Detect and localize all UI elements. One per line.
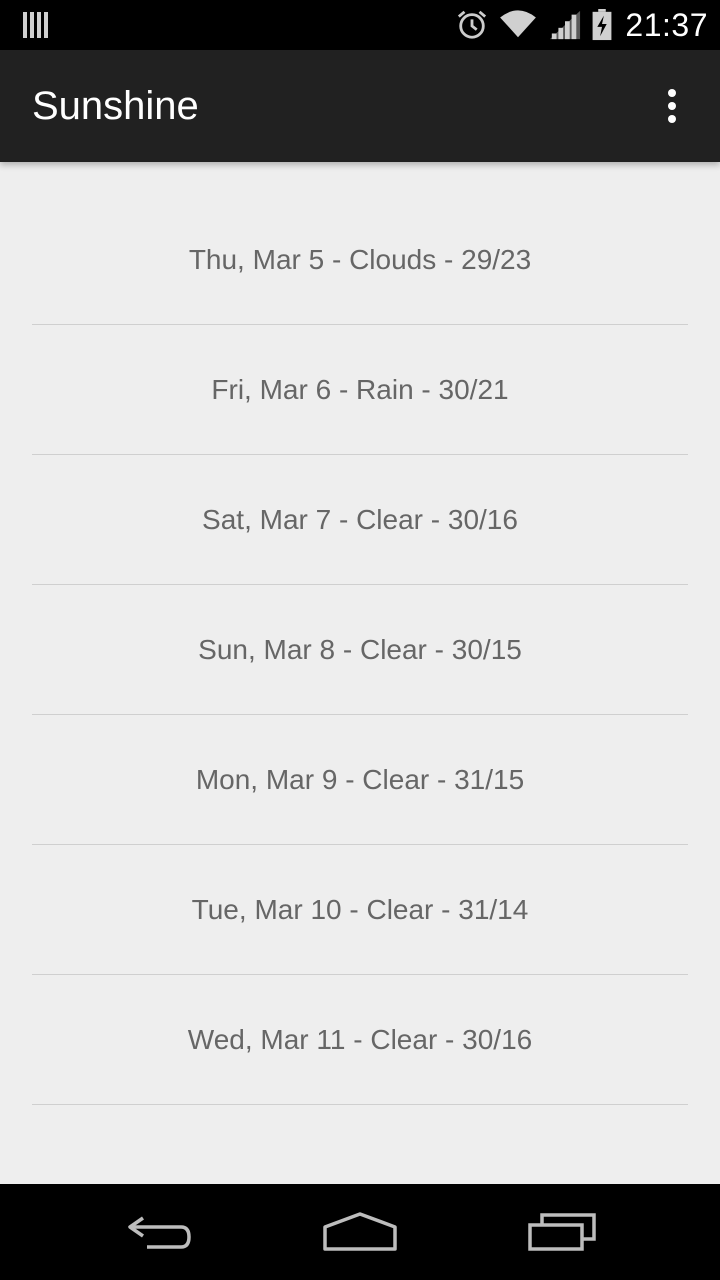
action-bar: Sunshine (0, 50, 720, 162)
notification-icon (23, 12, 48, 38)
forecast-list-item[interactable]: Wed, Mar 11 - Clear - 30/16 (32, 975, 688, 1105)
back-button[interactable] (112, 1204, 208, 1260)
overflow-menu-icon (668, 89, 676, 123)
forecast-list-item[interactable]: Sun, Mar 8 - Clear - 30/15 (32, 585, 688, 715)
forecast-list-item[interactable]: Mon, Mar 9 - Clear - 31/15 (32, 715, 688, 845)
forecast-list: Thu, Mar 5 - Clouds - 29/23 Fri, Mar 6 -… (32, 195, 688, 1105)
forecast-list-item[interactable]: Thu, Mar 5 - Clouds - 29/23 (32, 195, 688, 325)
battery-charging-icon (593, 9, 612, 41)
overflow-menu-button[interactable] (648, 82, 696, 130)
forecast-list-item[interactable]: Tue, Mar 10 - Clear - 31/14 (32, 845, 688, 975)
forecast-list-item[interactable]: Fri, Mar 6 - Rain - 30/21 (32, 325, 688, 455)
app-title: Sunshine (32, 84, 199, 128)
home-button[interactable] (312, 1204, 408, 1260)
status-icons: 21:37 (455, 0, 708, 50)
recents-icon (528, 1213, 596, 1251)
cell-signal-icon (550, 10, 581, 40)
status-time: 21:37 (625, 6, 708, 43)
forecast-list-item[interactable]: Sat, Mar 7 - Clear - 30/16 (32, 455, 688, 585)
back-icon (128, 1216, 191, 1249)
status-bar: 21:37 (0, 0, 720, 50)
navigation-bar (0, 1184, 720, 1280)
recents-button[interactable] (514, 1204, 610, 1260)
wifi-icon (500, 10, 537, 38)
home-icon (323, 1212, 397, 1251)
alarm-icon (458, 10, 487, 39)
